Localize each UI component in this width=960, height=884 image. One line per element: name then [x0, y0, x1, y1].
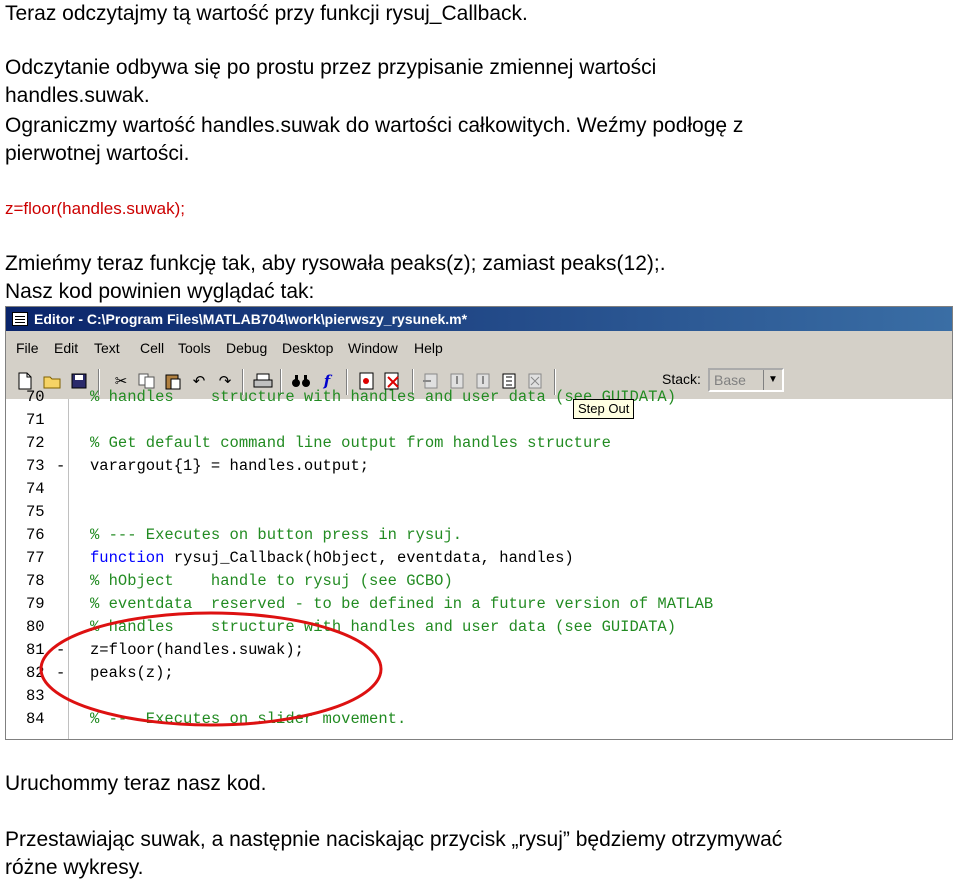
- menu-edit[interactable]: Edit: [54, 335, 78, 361]
- paragraph-change-line-1: Zmieńmy teraz funkcję tak, aby rysowała …: [5, 252, 666, 275]
- menu-desktop[interactable]: Desktop: [282, 335, 333, 361]
- code-area[interactable]: 70% handles structure with handles and u…: [6, 388, 952, 739]
- stack-label: Stack:: [662, 371, 701, 387]
- annotation-ellipse: [39, 611, 383, 727]
- paragraph-result-line-2: różne wykresy.: [5, 856, 144, 879]
- editor-title: Editor - C:\Program Files\MATLAB704\work…: [34, 311, 468, 327]
- menu-debug[interactable]: Debug: [226, 335, 267, 361]
- menu-cell[interactable]: Cell: [140, 335, 164, 361]
- paragraph-limit-line-2: pierwotnej wartości.: [5, 142, 190, 165]
- editor-menubar: File Edit Text Cell Tools Debug Desktop …: [6, 335, 952, 361]
- menu-file[interactable]: File: [16, 335, 39, 361]
- paragraph-read-line-1: Odczytanie odbywa się po prostu przez pr…: [5, 56, 657, 79]
- menu-text[interactable]: Text: [94, 335, 120, 361]
- paragraph-limit-line-1: Ograniczmy wartość handles.suwak do wart…: [5, 114, 744, 137]
- paragraph-read-line-2: handles.suwak.: [5, 84, 150, 107]
- paragraph-change-line-2: Nasz kod powinien wyglądać tak:: [5, 280, 315, 303]
- menu-tools[interactable]: Tools: [178, 335, 211, 361]
- menu-window[interactable]: Window: [348, 335, 398, 361]
- menu-help[interactable]: Help: [414, 335, 443, 361]
- step-out-tooltip: Step Out: [573, 399, 635, 419]
- code-snippet: z=floor(handles.suwak);: [5, 199, 186, 218]
- paragraph-result-line-1: Przestawiając suwak, a następnie naciska…: [5, 828, 783, 851]
- paragraph-run: Uruchommy teraz nasz kod.: [5, 772, 267, 795]
- editor-titlebar: Editor - C:\Program Files\MATLAB704\work…: [6, 307, 952, 331]
- matlab-editor-window: Editor - C:\Program Files\MATLAB704\work…: [5, 306, 953, 740]
- paragraph-intro: Teraz odczytajmy tą wartość przy funkcji…: [5, 2, 528, 25]
- editor-app-icon: [12, 312, 28, 326]
